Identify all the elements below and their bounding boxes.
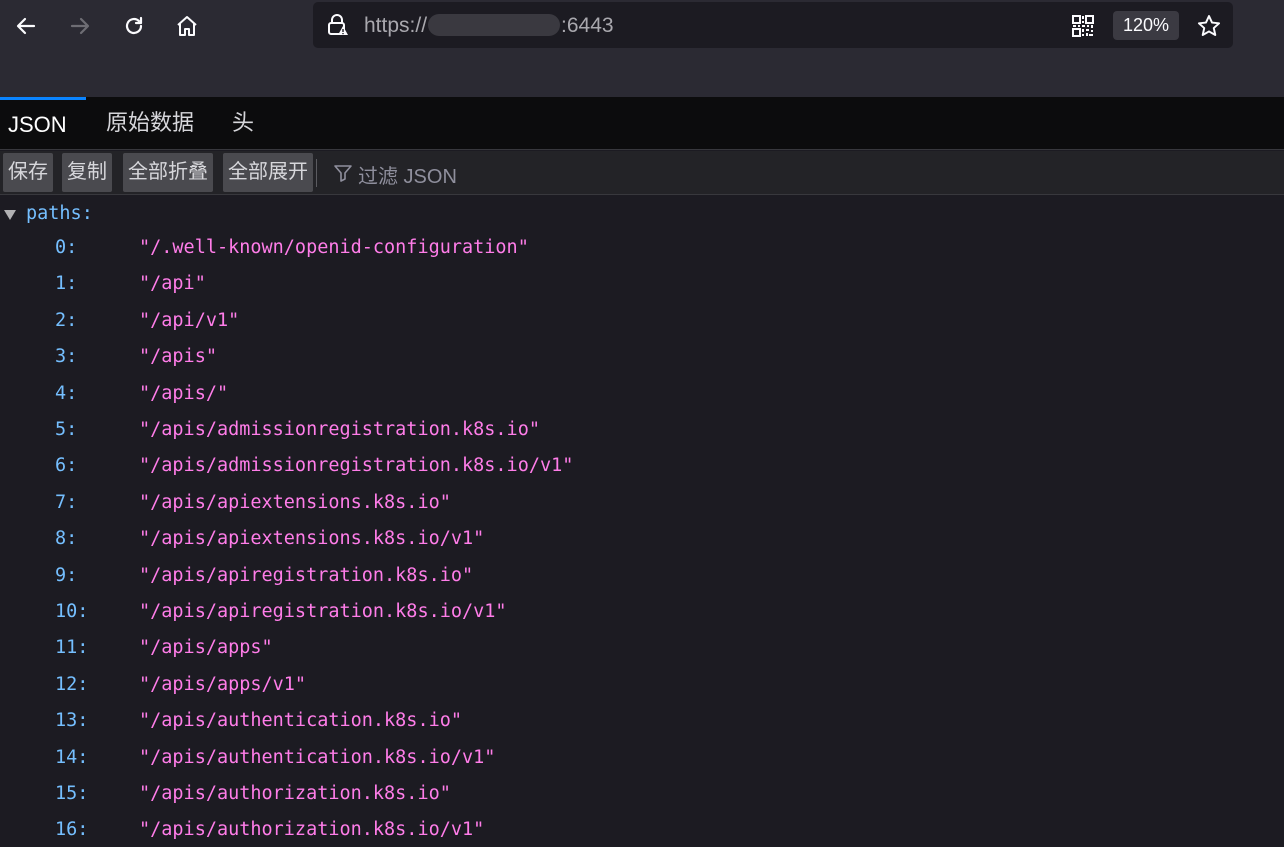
json-row[interactable]: 3: "/apis" bbox=[0, 346, 1284, 372]
json-row[interactable]: 11: "/apis/apps" bbox=[0, 637, 1284, 663]
json-string-value: "/apis/" bbox=[139, 382, 229, 404]
json-key: 3: bbox=[55, 346, 78, 368]
filter-json-input[interactable]: 过滤 JSON bbox=[358, 160, 457, 189]
json-row[interactable]: 12: "/apis/apps/v1" bbox=[0, 674, 1284, 700]
tab-json[interactable]: JSON bbox=[0, 97, 86, 149]
json-key: 2: bbox=[55, 309, 78, 331]
json-key: 5: bbox=[55, 419, 78, 440]
json-row[interactable]: 4: "/apis/" bbox=[0, 383, 1284, 409]
json-row[interactable]: 8: "/apis/apiextensions.k8s.io/v1" bbox=[0, 528, 1284, 554]
json-string-value: "/apis/authorization.k8s.io" bbox=[139, 783, 451, 804]
json-key: 16: bbox=[55, 819, 89, 841]
reload-icon bbox=[125, 16, 143, 35]
json-row[interactable]: 7: "/apis/apiextensions.k8s.io" bbox=[0, 492, 1284, 518]
json-row[interactable]: 2: "/api/v1" bbox=[0, 310, 1284, 336]
tab-headers[interactable]: 头 bbox=[224, 97, 262, 149]
json-key: 14: bbox=[55, 746, 89, 768]
json-key: 9: bbox=[55, 564, 78, 586]
browser-navbar: https:// :6443 120% bbox=[0, 0, 1284, 97]
address-bar[interactable]: https:// :6443 120% bbox=[313, 2, 1233, 48]
json-string-value: "/apis/apiregistration.k8s.io/v1" bbox=[139, 601, 507, 622]
json-string-value: "/api/v1" bbox=[139, 309, 240, 331]
json-string-value: "/apis/authorization.k8s.io/v1" bbox=[139, 819, 485, 841]
copy-button[interactable]: 复制 bbox=[62, 153, 112, 192]
redacted-host bbox=[428, 14, 561, 36]
json-string-value: "/apis/admissionregistration.k8s.io" bbox=[139, 419, 540, 440]
json-key: 1: bbox=[55, 273, 78, 295]
json-string-value: "/apis/authentication.k8s.io/v1" bbox=[139, 746, 496, 768]
json-string-value: "/apis/apps/v1" bbox=[139, 673, 307, 695]
json-row[interactable]: 6: "/apis/admissionregistration.k8s.io/v1… bbox=[0, 455, 1284, 481]
filter-icon bbox=[334, 165, 352, 182]
json-key: 7: bbox=[55, 491, 78, 513]
json-key: 11: bbox=[55, 637, 89, 659]
expand-toggle-icon[interactable] bbox=[3, 209, 17, 221]
json-row[interactable]: 5: "/apis/admissionregistration.k8s.io" bbox=[0, 419, 1284, 445]
save-button[interactable]: 保存 bbox=[3, 153, 53, 192]
json-string-value: "/apis" bbox=[139, 346, 217, 368]
json-row[interactable]: 16: "/apis/authorization.k8s.io/v1" bbox=[0, 819, 1284, 845]
json-row[interactable]: 14: "/apis/authentication.k8s.io/v1" bbox=[0, 747, 1284, 773]
json-key: 12: bbox=[55, 673, 89, 695]
json-string-value: "/apis/admissionregistration.k8s.io/v1" bbox=[139, 455, 574, 477]
reload-button[interactable] bbox=[116, 8, 152, 44]
expand-all-button[interactable]: 全部展开 bbox=[223, 153, 313, 192]
json-string-value: "/apis/authentication.k8s.io" bbox=[139, 710, 463, 732]
json-key: 8: bbox=[55, 528, 78, 550]
bookmark-star-icon[interactable] bbox=[1196, 13, 1222, 39]
json-key: 10: bbox=[55, 601, 89, 622]
json-key: 4: bbox=[55, 382, 78, 404]
back-button[interactable] bbox=[8, 8, 44, 44]
json-row[interactable]: 15: "/apis/authorization.k8s.io" bbox=[0, 783, 1284, 809]
forward-button[interactable] bbox=[62, 8, 98, 44]
root-key-label: paths: bbox=[26, 203, 93, 224]
url-text: https:// :6443 bbox=[364, 14, 614, 38]
json-key: 6: bbox=[55, 455, 78, 477]
home-button[interactable] bbox=[169, 8, 205, 44]
json-key: 15: bbox=[55, 783, 89, 804]
json-string-value: "/apis/apiextensions.k8s.io" bbox=[139, 491, 451, 513]
json-string-value: "/apis/apps" bbox=[139, 637, 273, 659]
json-string-value: "/api" bbox=[139, 273, 206, 295]
viewer-tabs: JSON 原始数据 头 bbox=[0, 97, 1284, 150]
json-tree: paths: 0: "/.well-known/openid-configurat… bbox=[0, 195, 1284, 847]
json-row[interactable]: 0: "/.well-known/openid-configuration" bbox=[0, 237, 1284, 263]
url-prefix: https:// bbox=[364, 14, 428, 37]
json-string-value: "/apis/apiextensions.k8s.io/v1" bbox=[139, 528, 485, 550]
qr-code-icon[interactable] bbox=[1071, 14, 1095, 38]
json-key: 0: bbox=[55, 237, 78, 258]
insecure-lock-icon bbox=[328, 14, 348, 35]
json-row[interactable]: 1: "/api" bbox=[0, 273, 1284, 299]
toolbar-divider bbox=[316, 159, 317, 187]
url-suffix: :6443 bbox=[561, 14, 614, 37]
zoom-level-button[interactable]: 120% bbox=[1113, 11, 1179, 40]
json-row[interactable]: 9: "/apis/apiregistration.k8s.io" bbox=[0, 565, 1284, 591]
json-toolbar: 保存 复制 全部折叠 全部展开 过滤 JSON bbox=[0, 151, 1284, 195]
back-arrow-icon bbox=[16, 17, 36, 35]
forward-arrow-icon bbox=[70, 17, 90, 35]
json-string-value: "/.well-known/openid-configuration" bbox=[139, 237, 529, 258]
json-row[interactable]: 13: "/apis/authentication.k8s.io" bbox=[0, 710, 1284, 736]
collapse-all-button[interactable]: 全部折叠 bbox=[123, 153, 213, 192]
json-key: 13: bbox=[55, 710, 89, 732]
json-string-value: "/apis/apiregistration.k8s.io" bbox=[139, 564, 474, 586]
home-icon bbox=[177, 16, 197, 36]
tab-raw-data[interactable]: 原始数据 bbox=[98, 97, 202, 149]
json-row[interactable]: 10: "/apis/apiregistration.k8s.io/v1" bbox=[0, 601, 1284, 627]
